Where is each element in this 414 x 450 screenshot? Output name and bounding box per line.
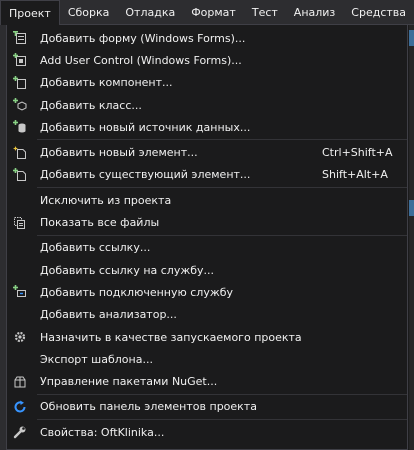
menubar-item-debug[interactable]: Отладка bbox=[117, 0, 183, 24]
menu-item-export-template[interactable]: Экспорт шаблона... bbox=[7, 348, 407, 370]
background-marker bbox=[409, 200, 414, 216]
menu-item-add-class[interactable]: Добавить класс... bbox=[7, 94, 407, 116]
menu-item-label: Add User Control (Windows Forms)... bbox=[40, 53, 242, 67]
menu-item-label: Добавить форму (Windows Forms)... bbox=[40, 31, 246, 45]
menu-item-label: Добавить анализатор... bbox=[40, 308, 177, 322]
menu-item-label: Добавить новый источник данных... bbox=[40, 120, 251, 134]
menu-item-add-component[interactable]: Добавить компонент... bbox=[7, 72, 407, 94]
menu-item-add-form[interactable]: Добавить форму (Windows Forms)... bbox=[7, 27, 407, 49]
menu-item-label: Добавить ссылку на службу... bbox=[40, 263, 215, 277]
menu-separator bbox=[37, 139, 407, 141]
menu-item-add-connected-service[interactable]: Добавить подключенную службу bbox=[7, 281, 407, 303]
project-menu-dropdown: Добавить форму (Windows Forms)... Add Us… bbox=[6, 24, 408, 450]
add-new-item-icon bbox=[11, 144, 29, 162]
menu-separator bbox=[37, 419, 407, 421]
menu-item-label: Обновить панель элементов проекта bbox=[40, 400, 257, 414]
menu-item-label: Управление пакетами NuGet... bbox=[40, 375, 218, 389]
add-existing-item-icon bbox=[11, 166, 29, 184]
menu-item-set-startup-project[interactable]: Назначить в качестве запускаемого проект… bbox=[7, 326, 407, 348]
menu-item-shortcut: Ctrl+Shift+A bbox=[322, 146, 393, 160]
menu-item-add-service-reference[interactable]: Добавить ссылку на службу... bbox=[7, 259, 407, 281]
menubar-item-build[interactable]: Сборка bbox=[60, 0, 118, 24]
menu-item-label: Экспорт шаблона... bbox=[40, 352, 153, 366]
menu-item-manage-nuget[interactable]: Управление пакетами NuGet... bbox=[7, 370, 407, 392]
refresh-icon bbox=[11, 398, 29, 416]
menu-item-label: Добавить новый элемент... bbox=[40, 146, 198, 160]
menu-item-add-existing-item[interactable]: Добавить существующий элемент... Shift+A… bbox=[7, 164, 407, 186]
add-component-icon bbox=[11, 74, 29, 92]
background-right-panel bbox=[409, 24, 414, 450]
wrench-icon bbox=[11, 423, 29, 441]
menu-item-label: Добавить ссылку... bbox=[40, 241, 151, 255]
menu-item-label: Показать все файлы bbox=[40, 216, 160, 230]
menu-item-label: Добавить класс... bbox=[40, 98, 142, 112]
menu-item-label: Свойства: OftKlinika... bbox=[40, 425, 165, 439]
menu-separator bbox=[37, 187, 407, 189]
menubar-item-analyze[interactable]: Анализ bbox=[286, 0, 344, 24]
menu-item-add-user-control[interactable]: Add User Control (Windows Forms)... bbox=[7, 49, 407, 71]
menubar-item-tools[interactable]: Средства bbox=[343, 0, 414, 24]
gear-icon bbox=[11, 328, 29, 346]
menu-item-label: Добавить существующий элемент... bbox=[40, 168, 251, 182]
add-user-control-icon bbox=[11, 51, 29, 69]
background-marker bbox=[409, 30, 414, 46]
add-data-source-icon bbox=[11, 118, 29, 136]
menu-item-add-data-source[interactable]: Добавить новый источник данных... bbox=[7, 116, 407, 138]
show-all-files-icon bbox=[11, 214, 29, 232]
menubar-item-project[interactable]: Проект bbox=[0, 0, 60, 25]
connected-service-icon bbox=[11, 283, 29, 301]
menu-item-refresh-toolbox[interactable]: Обновить панель элементов проекта bbox=[7, 396, 407, 418]
menu-item-label: Добавить подключенную службу bbox=[40, 285, 234, 299]
menu-item-exclude-from-project[interactable]: Исключить из проекта bbox=[7, 189, 407, 211]
menu-item-add-analyzer[interactable]: Добавить анализатор... bbox=[7, 304, 407, 326]
menu-bar: Проект Сборка Отладка Формат Тест Анализ… bbox=[0, 0, 414, 25]
menu-item-label: Исключить из проекта bbox=[40, 193, 172, 207]
menubar-item-format[interactable]: Формат bbox=[183, 0, 244, 24]
menu-separator bbox=[37, 234, 407, 236]
menubar-item-test[interactable]: Тест bbox=[244, 0, 286, 24]
menu-item-add-new-item[interactable]: Добавить новый элемент... Ctrl+Shift+A bbox=[7, 141, 407, 163]
nuget-icon bbox=[11, 373, 29, 391]
add-form-icon bbox=[11, 29, 29, 47]
menu-separator bbox=[37, 393, 407, 395]
menu-item-add-reference[interactable]: Добавить ссылку... bbox=[7, 237, 407, 259]
menu-item-shortcut: Shift+Alt+A bbox=[322, 168, 388, 182]
menu-item-show-all-files[interactable]: Показать все файлы bbox=[7, 211, 407, 233]
menu-item-properties[interactable]: Свойства: OftKlinika... bbox=[7, 421, 407, 443]
menu-item-label: Добавить компонент... bbox=[40, 76, 173, 90]
menu-item-label: Назначить в качестве запускаемого проект… bbox=[40, 330, 302, 344]
add-class-icon bbox=[11, 96, 29, 114]
